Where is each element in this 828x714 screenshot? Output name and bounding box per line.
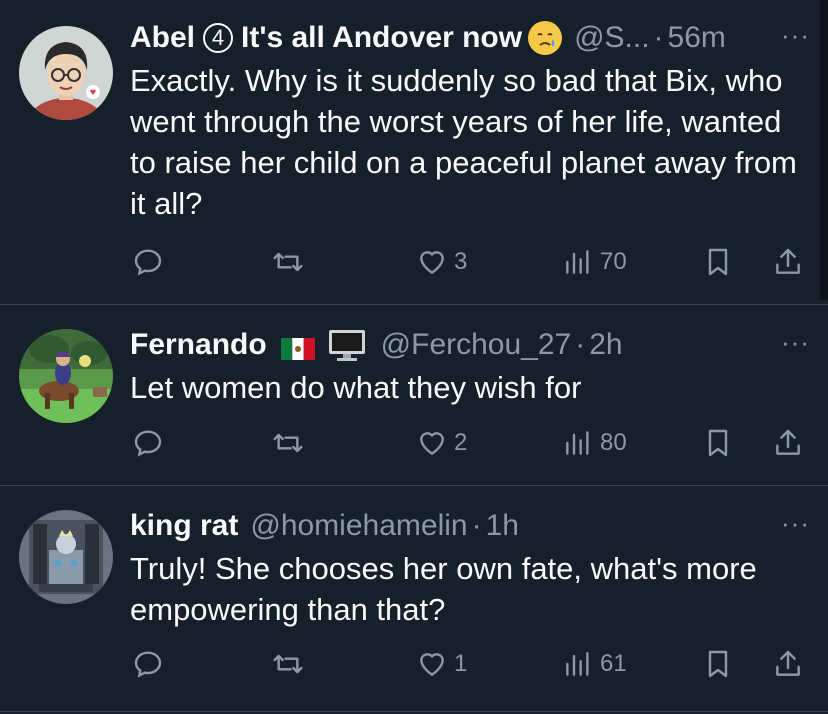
mexico-flag-icon — [280, 334, 315, 360]
scrollbar[interactable] — [820, 0, 828, 300]
handle[interactable]: @Ferchou_27 — [381, 328, 572, 362]
timestamp[interactable]: 2h — [589, 328, 622, 362]
views-button[interactable]: 70 — [562, 240, 627, 284]
tweet-header: Abel 4 It's all Andover now @S... · 56m … — [130, 18, 810, 58]
tweet[interactable]: Abel 4 It's all Andover now @S... · 56m … — [0, 0, 828, 304]
retweet-icon — [273, 252, 303, 272]
circled-number-badge: 4 — [203, 23, 234, 53]
heart-icon — [420, 653, 444, 676]
separator-dot: · — [471, 509, 482, 542]
bookmark-button[interactable] — [702, 240, 734, 284]
desktop-computer-icon — [327, 328, 367, 362]
display-name-suffix[interactable]: It's all Andover now — [241, 21, 522, 55]
timestamp[interactable]: 56m — [668, 21, 726, 55]
tweet-header: king rat @homiehamelin · 1h ··· — [130, 506, 810, 546]
view-count: 61 — [600, 650, 627, 677]
tweet-text: Let women do what they wish for — [130, 370, 582, 405]
reply-icon — [134, 249, 162, 276]
separator-dot: · — [653, 21, 664, 54]
handle[interactable]: @S... — [574, 21, 649, 55]
like-button[interactable]: 1 — [416, 642, 467, 686]
tweet-text: Exactly. Why is it suddenly so bad that … — [130, 63, 797, 221]
display-name[interactable]: king rat — [130, 509, 238, 543]
share-icon — [776, 650, 800, 676]
reply-button[interactable] — [132, 642, 164, 686]
tweet[interactable]: Fernando @Ferchou_27 · 2h ··· Let women … — [0, 305, 828, 485]
handle[interactable]: @homiehamelin — [250, 509, 467, 543]
view-count: 80 — [600, 429, 627, 456]
heart-icon — [420, 432, 444, 455]
like-count: 1 — [454, 650, 468, 677]
action-bar: 3 70 — [130, 240, 810, 284]
bookmark-icon — [708, 429, 728, 457]
view-count: 70 — [600, 248, 627, 275]
heart-icon — [420, 251, 444, 274]
retweet-button[interactable] — [272, 240, 304, 284]
share-icon — [776, 429, 800, 455]
reply-icon — [134, 430, 162, 457]
share-button[interactable] — [772, 240, 804, 284]
more-options-icon[interactable]: ··· — [781, 327, 810, 358]
bookmark-icon — [708, 248, 728, 276]
like-button[interactable]: 3 — [416, 240, 467, 284]
share-button[interactable] — [772, 642, 804, 686]
action-bar: 2 80 — [130, 421, 810, 465]
retweet-icon — [273, 433, 303, 453]
reply-icon — [134, 651, 162, 678]
share-icon — [776, 248, 800, 274]
avatar[interactable] — [19, 510, 113, 604]
reply-button[interactable] — [132, 421, 164, 465]
retweet-button[interactable] — [272, 642, 304, 686]
share-button[interactable] — [772, 421, 804, 465]
views-button[interactable]: 61 — [562, 642, 627, 686]
retweet-button[interactable] — [272, 421, 304, 465]
views-icon — [566, 652, 589, 676]
tweet-text: Truly! She chooses her own fate, what's … — [130, 551, 757, 627]
views-button[interactable]: 80 — [562, 421, 627, 465]
more-options-icon[interactable]: ··· — [781, 508, 810, 539]
display-name[interactable]: Fernando — [130, 328, 267, 362]
like-count: 2 — [454, 429, 468, 456]
tweet[interactable]: king rat @homiehamelin · 1h ··· Truly! S… — [0, 486, 828, 714]
avatar[interactable] — [19, 329, 113, 423]
display-name[interactable]: Abel — [130, 21, 195, 55]
views-icon — [566, 431, 589, 455]
divider — [0, 711, 828, 712]
retweet-icon — [273, 654, 303, 674]
more-options-icon[interactable]: ··· — [781, 20, 810, 51]
separator-dot: · — [575, 328, 586, 361]
bookmark-button[interactable] — [702, 642, 734, 686]
timestamp[interactable]: 1h — [486, 509, 519, 543]
like-count: 3 — [454, 248, 468, 275]
bookmark-icon — [708, 650, 728, 678]
bookmark-button[interactable] — [702, 421, 734, 465]
avatar[interactable] — [19, 26, 113, 120]
action-bar: 1 61 — [130, 642, 810, 686]
views-icon — [566, 250, 589, 274]
tweet-header: Fernando @Ferchou_27 · 2h ··· — [130, 325, 810, 365]
like-button[interactable]: 2 — [416, 421, 467, 465]
reply-button[interactable] — [132, 240, 164, 284]
crying-face-icon — [528, 21, 563, 55]
